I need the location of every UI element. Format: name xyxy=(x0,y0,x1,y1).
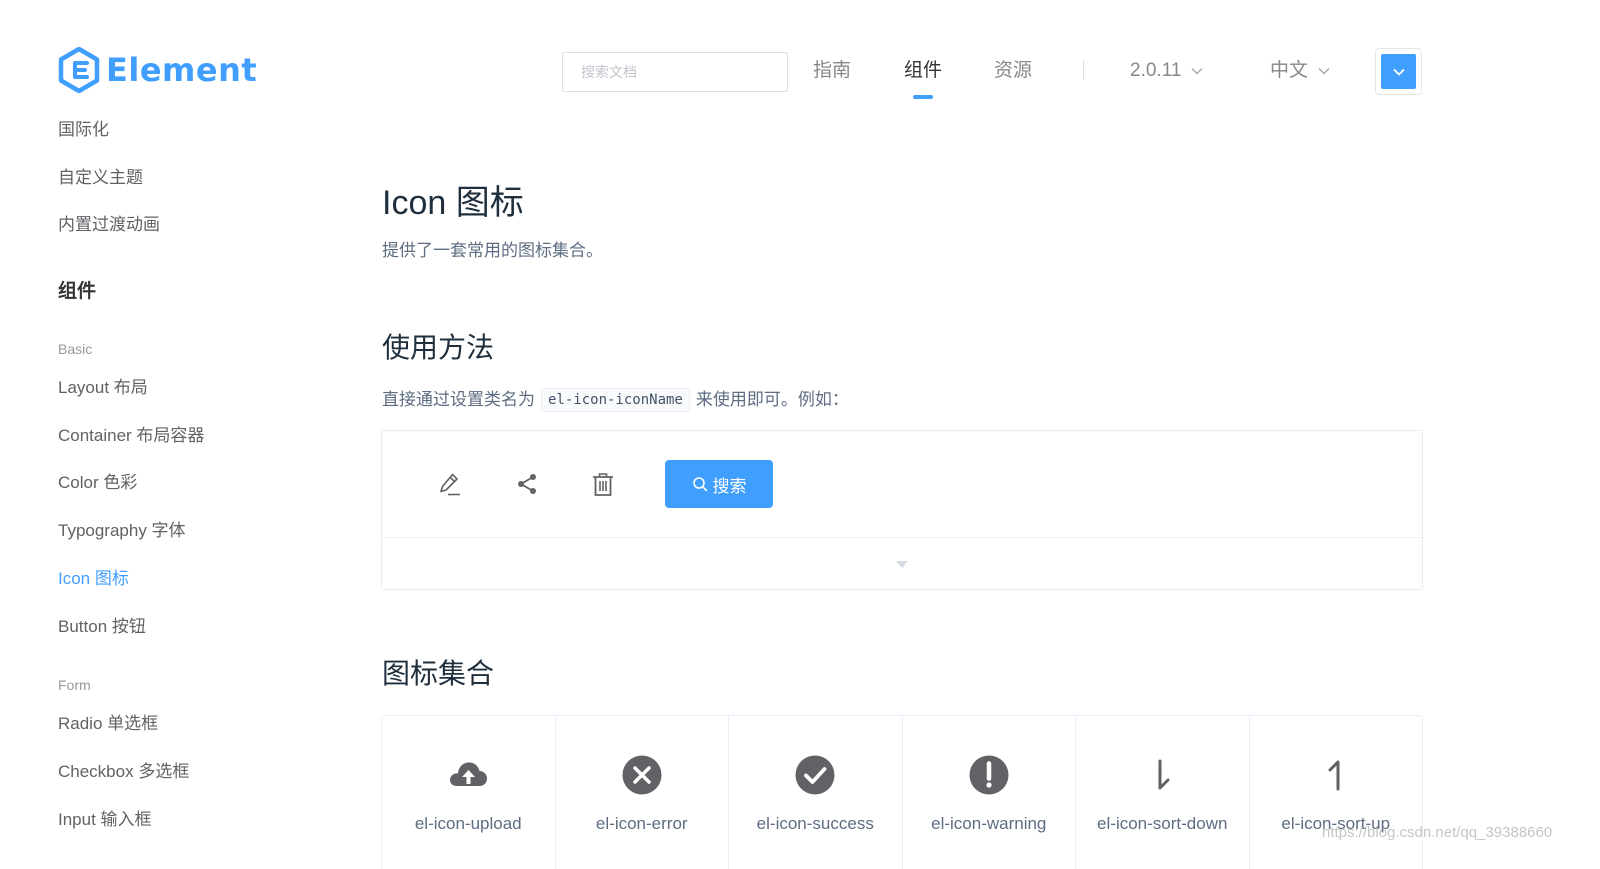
sidebar-heading-components: 组件 xyxy=(58,281,97,302)
icon-cell-upload[interactable]: el-icon-upload xyxy=(382,716,556,869)
page-title: Icon 图标 xyxy=(382,184,524,222)
search-button-label: 搜索 xyxy=(712,476,747,496)
upload-icon xyxy=(447,754,489,796)
sidebar-item-color[interactable]: Color 色彩 xyxy=(58,471,137,495)
usage-text-before: 直接通过设置类名为 xyxy=(382,390,535,409)
sidebar-item-icon[interactable]: Icon 图标 xyxy=(58,567,129,591)
page-description: 提供了一套常用的图标集合。 xyxy=(382,241,603,260)
section-title-icon-collection: 图标集合 xyxy=(382,658,495,689)
sidebar-item-radio[interactable]: Radio 单选框 xyxy=(58,712,158,736)
sidebar-item-button[interactable]: Button 按钮 xyxy=(58,615,146,639)
usage-description: 直接通过设置类名为 el-icon-iconName 来使用即可。例如： xyxy=(382,388,849,412)
element-logo-icon xyxy=(58,47,100,93)
demo-source: 搜索 xyxy=(382,431,1422,538)
language-dropdown[interactable]: 中文 xyxy=(1270,57,1330,85)
search-docs-input[interactable] xyxy=(562,52,788,92)
success-icon xyxy=(794,754,836,796)
icon-name: el-icon-upload xyxy=(414,814,522,833)
caret-down-icon xyxy=(896,560,908,568)
theme-color-swatch xyxy=(1381,54,1416,89)
icon-name: el-icon-sort-down xyxy=(1097,814,1228,833)
sidebar-group-form: Form xyxy=(58,677,91,693)
sidebar-item-i18n[interactable]: 国际化 xyxy=(58,118,109,142)
usage-text-after: 来使用即可。例如： xyxy=(695,390,849,409)
sidebar-item-input[interactable]: Input 输入框 xyxy=(58,808,152,832)
warning-icon xyxy=(968,754,1010,796)
sidebar-item-layout[interactable]: Layout 布局 xyxy=(58,376,148,400)
demo-block: 搜索 xyxy=(381,430,1423,590)
sidebar-item-custom-theme[interactable]: 自定义主题 xyxy=(58,166,143,190)
demo-expand-toggle[interactable] xyxy=(382,538,1422,590)
search-button[interactable]: 搜索 xyxy=(665,460,773,508)
logo-text: Element xyxy=(106,51,258,89)
sort-up-icon xyxy=(1315,754,1357,796)
nav-divider xyxy=(1083,60,1084,80)
usage-code: el-icon-iconName xyxy=(541,388,690,412)
icon-name: el-icon-error xyxy=(595,814,688,833)
sort-down-icon xyxy=(1141,754,1183,796)
language-label: 中文 xyxy=(1270,60,1309,81)
share-icon xyxy=(513,470,541,498)
element-logo[interactable]: Element xyxy=(58,46,257,94)
error-icon xyxy=(621,754,663,796)
section-title-usage: 使用方法 xyxy=(382,332,495,363)
icon-cell-sort-down[interactable]: el-icon-sort-down xyxy=(1076,716,1250,869)
watermark: https://blog.csdn.net/qq_39388660 xyxy=(1322,824,1553,841)
sidebar-group-basic: Basic xyxy=(58,341,93,357)
chevron-down-icon xyxy=(1392,68,1405,76)
icon-cell-error[interactable]: el-icon-error xyxy=(556,716,729,869)
nav-resource[interactable]: 资源 xyxy=(994,57,1032,85)
delete-icon xyxy=(589,470,617,498)
theme-color-picker[interactable] xyxy=(1375,48,1422,95)
nav-component[interactable]: 组件 xyxy=(904,57,942,85)
icon-collection-grid: el-icon-upload el-icon-error el-icon-suc… xyxy=(381,715,1423,869)
version-label: 2.0.11 xyxy=(1130,60,1182,81)
icon-cell-warning[interactable]: el-icon-warning xyxy=(903,716,1076,869)
chevron-down-icon xyxy=(1318,67,1330,75)
version-dropdown[interactable]: 2.0.11 xyxy=(1130,57,1203,85)
sidebar-item-container[interactable]: Container 布局容器 xyxy=(58,424,204,448)
nav-guide[interactable]: 指南 xyxy=(813,57,851,85)
sidebar-item-transition[interactable]: 内置过渡动画 xyxy=(58,213,160,237)
active-nav-indicator xyxy=(913,95,933,99)
sidebar-item-checkbox[interactable]: Checkbox 多选框 xyxy=(58,760,189,784)
search-icon xyxy=(692,477,707,492)
chevron-down-icon xyxy=(1191,67,1203,75)
sidebar-item-typography[interactable]: Typography 字体 xyxy=(58,519,186,543)
icon-name: el-icon-success xyxy=(756,814,874,833)
icon-cell-sort-up[interactable]: el-icon-sort-up xyxy=(1250,716,1423,869)
icon-name: el-icon-warning xyxy=(931,814,1047,833)
icon-cell-success[interactable]: el-icon-success xyxy=(729,716,903,869)
edit-icon xyxy=(436,470,464,498)
